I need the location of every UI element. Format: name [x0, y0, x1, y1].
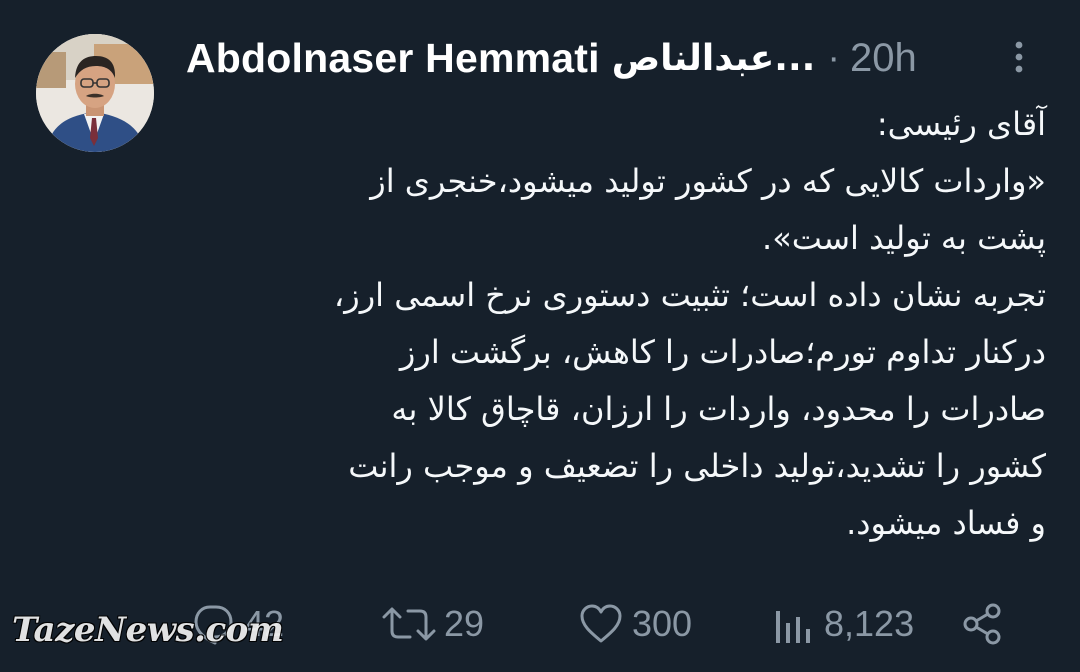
heart-icon [580, 604, 622, 643]
retweet-count: 29 [444, 603, 485, 644]
tweet-line: «واردات کالایی که در کشور تولید میشود،خن… [370, 162, 1046, 200]
timestamp[interactable]: 20h [850, 36, 917, 81]
tweet-line: و فساد میشود. [846, 504, 1046, 542]
retweet-icon [382, 607, 436, 641]
retweet-button[interactable]: 29 [382, 596, 484, 652]
separator-dot: · [827, 36, 840, 79]
views-button[interactable]: 8,123 [772, 596, 914, 652]
views-icon [776, 611, 810, 643]
more-vertical-icon[interactable] [1004, 36, 1034, 78]
like-button[interactable]: 300 [578, 596, 692, 652]
tweet-text: آقای رئیسی: «واردات کالایی که در کشور تو… [180, 96, 1046, 552]
tweet-header: Abdolnaser Hemmati عبدالناص... · 20h [186, 30, 1036, 86]
author-name-fa[interactable]: عبدالناص... [612, 38, 816, 79]
avatar-photo [36, 34, 154, 152]
tweet-line: تجربه نشان داده است؛ تثبیت دستوری نرخ اس… [333, 276, 1046, 314]
like-count: 300 [632, 603, 693, 644]
views-count: 8,123 [824, 603, 915, 644]
tweet-line: پشت به تولید است». [762, 219, 1046, 257]
watermark: TazeNews.com [12, 610, 284, 650]
share-button[interactable] [958, 596, 1014, 652]
tweet-line: صادرات را محدود، واردات را ارزان، قاچاق … [391, 390, 1046, 428]
tweet-line: کشور را تشدید،تولید داخلی را تضعیف و موج… [348, 447, 1046, 485]
tweet-line: آقای رئیسی: [876, 105, 1046, 143]
share-icon [963, 603, 1001, 645]
avatar[interactable] [36, 34, 154, 152]
tweet-line: درکنار تداوم تورم؛صادرات را کاهش، برگشت … [399, 333, 1046, 371]
author-name[interactable]: Abdolnaser Hemmati [186, 35, 600, 82]
